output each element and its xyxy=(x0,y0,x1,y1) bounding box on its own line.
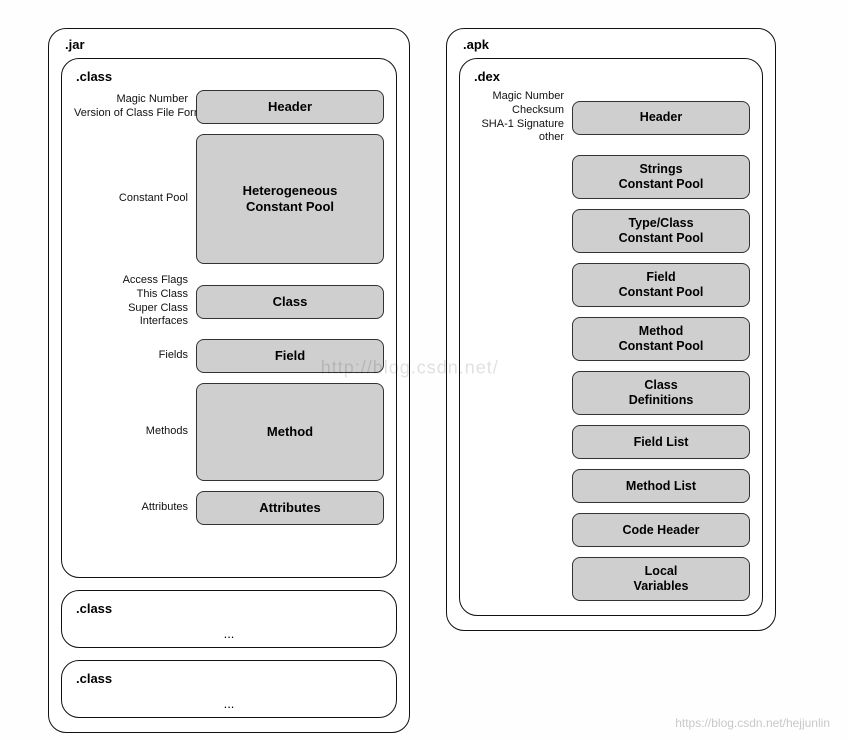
diagram-block: MethodConstant Pool xyxy=(572,317,750,361)
diagram-row: Type/ClassConstant Pool xyxy=(472,209,750,253)
apk-container: .apk .dex Magic NumberChecksumSHA-1 Sign… xyxy=(446,28,776,631)
diagram-row: Access FlagsThis ClassSuper ClassInterfa… xyxy=(74,274,384,329)
jar-container: .jar .class Magic NumberVersion of Class… xyxy=(48,28,410,733)
row-label-text: SHA-1 Signature xyxy=(472,118,564,132)
diagram-block: ClassDefinitions xyxy=(572,371,750,415)
row-label-text: other xyxy=(472,131,564,145)
class-extra-title: .class xyxy=(76,671,384,686)
diagram-row: MethodConstant Pool xyxy=(472,317,750,361)
dex-rows: Magic NumberChecksumSHA-1 Signatureother… xyxy=(472,90,750,601)
row-label-text: Version of Class File Format xyxy=(74,107,188,121)
diagram-row: Constant Pool HeterogeneousConstant Pool xyxy=(74,134,384,264)
row-label-text: Fields xyxy=(74,349,188,363)
diagram-block: Header xyxy=(196,90,384,124)
diagram-block: FieldConstant Pool xyxy=(572,263,750,307)
class-main-title: .class xyxy=(76,69,384,84)
dex-container: .dex Magic NumberChecksumSHA-1 Signature… xyxy=(459,58,763,616)
diagram-block: Method List xyxy=(572,469,750,503)
jar-title: .jar xyxy=(65,37,397,52)
diagram-row: Attributes Attributes xyxy=(74,491,384,525)
row-label-text: Methods xyxy=(74,425,188,439)
diagram-block: Header xyxy=(572,101,750,135)
diagram-block: Field List xyxy=(572,425,750,459)
diagram-row: Magic NumberVersion of Class File Format… xyxy=(74,90,384,124)
diagram-block: Code Header xyxy=(572,513,750,547)
row-labels: Methods xyxy=(74,425,196,439)
diagram-block: Attributes xyxy=(196,491,384,525)
diagram-row: FieldConstant Pool xyxy=(472,263,750,307)
dex-title: .dex xyxy=(474,69,750,84)
diagram-row: ClassDefinitions xyxy=(472,371,750,415)
class-extra-title: .class xyxy=(76,601,384,616)
diagram-block: HeterogeneousConstant Pool xyxy=(196,134,384,264)
row-label-text: Checksum xyxy=(472,104,564,118)
row-labels: Access FlagsThis ClassSuper ClassInterfa… xyxy=(74,274,196,329)
diagram-row: Methods Method xyxy=(74,383,384,481)
row-label-text: Constant Pool xyxy=(74,192,188,206)
diagram-block: Type/ClassConstant Pool xyxy=(572,209,750,253)
diagram-row: Field List xyxy=(472,425,750,459)
diagram-block: LocalVariables xyxy=(572,557,750,601)
diagram-block: Field xyxy=(196,339,384,373)
diagram-row: Code Header xyxy=(472,513,750,547)
row-labels: Magic NumberVersion of Class File Format xyxy=(74,93,196,121)
row-label-text: Attributes xyxy=(74,501,188,515)
row-labels: Magic NumberChecksumSHA-1 Signatureother xyxy=(472,90,572,145)
diagram-block: Class xyxy=(196,285,384,319)
diagram-row: Fields Field xyxy=(74,339,384,373)
class-extra-container: .class... xyxy=(61,590,397,648)
row-label-text: Super Class xyxy=(74,302,188,316)
diagram-row: StringsConstant Pool xyxy=(472,155,750,199)
class-main-rows: Magic NumberVersion of Class File Format… xyxy=(74,90,384,525)
ellipsis-text: ... xyxy=(74,696,384,711)
row-labels: Fields xyxy=(74,349,196,363)
row-labels: Constant Pool xyxy=(74,192,196,206)
apk-title: .apk xyxy=(463,37,763,52)
diagram-block: Method xyxy=(196,383,384,481)
class-extra-container: .class... xyxy=(61,660,397,718)
ellipsis-text: ... xyxy=(74,626,384,641)
row-label-text: Access Flags xyxy=(74,274,188,288)
row-label-text: Magic Number xyxy=(472,90,564,104)
row-labels: Attributes xyxy=(74,501,196,515)
diagram-row: Magic NumberChecksumSHA-1 Signatureother… xyxy=(472,90,750,145)
row-label-text: Magic Number xyxy=(74,93,188,107)
diagram-row: Method List xyxy=(472,469,750,503)
diagram-block: StringsConstant Pool xyxy=(572,155,750,199)
diagram-row: LocalVariables xyxy=(472,557,750,601)
class-main-container: .class Magic NumberVersion of Class File… xyxy=(61,58,397,578)
row-label-text: This Class xyxy=(74,288,188,302)
row-label-text: Interfaces xyxy=(74,315,188,329)
